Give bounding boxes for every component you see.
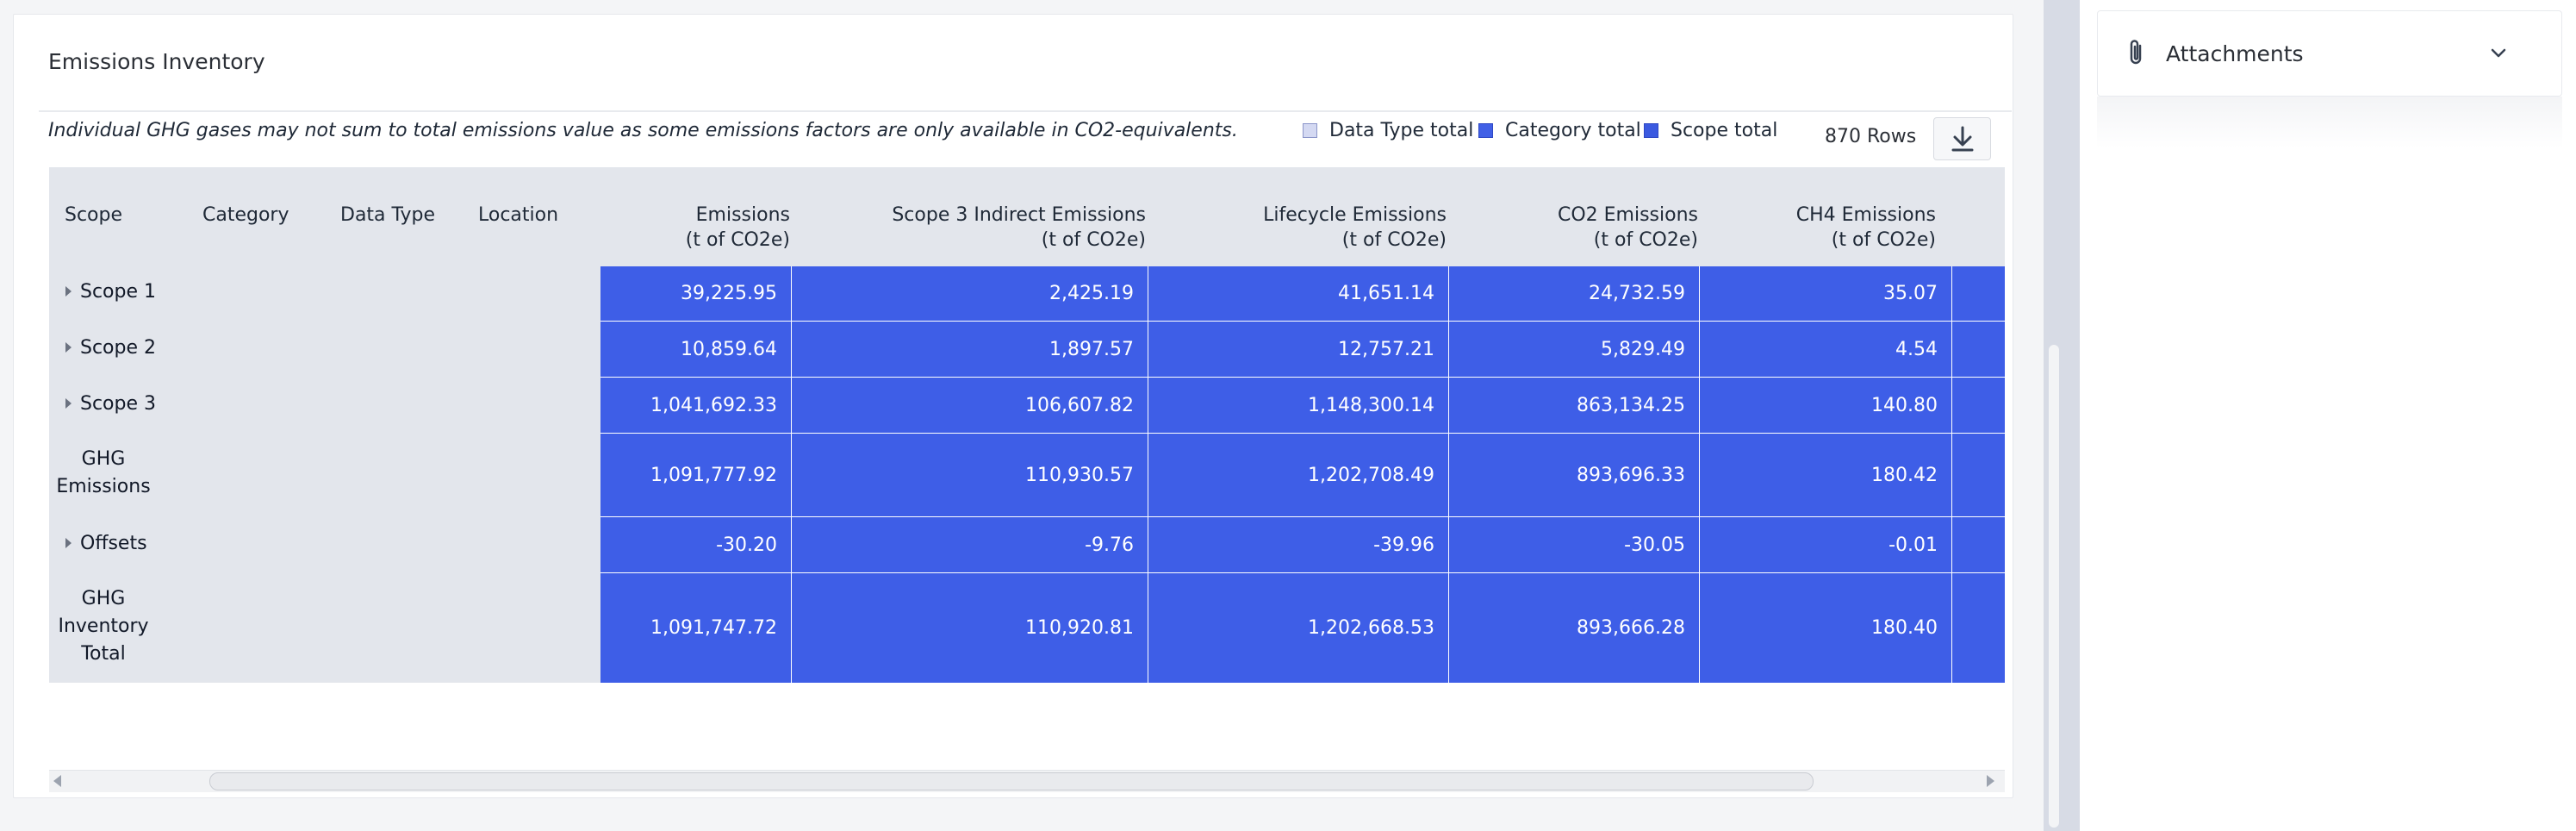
table-cell-overflow bbox=[1952, 378, 2005, 433]
row-label-line: GHG bbox=[81, 588, 126, 609]
attachments-title[interactable]: Attachments bbox=[2166, 41, 2304, 66]
scroll-left-arrow-icon[interactable] bbox=[53, 775, 61, 787]
expand-caret-icon[interactable] bbox=[65, 398, 72, 409]
paperclip-icon bbox=[2130, 40, 2142, 65]
table-cell[interactable]: 106,607.82 bbox=[792, 378, 1148, 433]
table-cell[interactable]: 35.07 bbox=[1700, 266, 1951, 321]
header-scope3-indirect[interactable]: Scope 3 Indirect Emissions (t of CO2e) bbox=[892, 203, 1146, 253]
download-button[interactable] bbox=[1933, 117, 1991, 160]
table-cell[interactable]: 4.54 bbox=[1700, 322, 1951, 377]
table-cell-overflow bbox=[1952, 266, 2005, 321]
header-scope3-unit: (t of CO2e) bbox=[1041, 229, 1146, 251]
emissions-table: Scope Category Data Type Location Emissi… bbox=[49, 167, 2005, 683]
row-label-ghg-emissions: GHG Emissions bbox=[56, 446, 151, 501]
table-cell[interactable]: 893,696.33 bbox=[1449, 434, 1699, 516]
expand-caret-icon[interactable] bbox=[65, 538, 72, 548]
legend-label: Data Type total bbox=[1329, 120, 1474, 141]
expand-caret-icon[interactable] bbox=[65, 342, 72, 353]
table-cell[interactable]: 10,859.64 bbox=[600, 322, 791, 377]
table-cell[interactable]: 1,091,777.92 bbox=[600, 434, 791, 516]
ghg-note: Individual GHG gases may not sum to tota… bbox=[48, 120, 1238, 141]
attachments-shadow bbox=[2097, 97, 2562, 148]
legend-scope-total[interactable]: Scope total bbox=[1644, 120, 1777, 141]
table-cell[interactable]: 12,757.21 bbox=[1148, 322, 1448, 377]
table-cell[interactable]: 1,202,708.49 bbox=[1148, 434, 1448, 516]
vertical-scrollbar-thumb[interactable] bbox=[2049, 345, 2059, 828]
table-cell-overflow bbox=[1952, 322, 2005, 377]
header-location[interactable]: Location bbox=[478, 203, 558, 228]
legend-category-total[interactable]: Category total bbox=[1478, 120, 1641, 141]
chevron-down-icon[interactable] bbox=[2488, 43, 2509, 64]
table-cell[interactable]: 24,732.59 bbox=[1449, 266, 1699, 321]
table-cell[interactable]: -39.96 bbox=[1148, 517, 1448, 572]
header-ch4[interactable]: CH4 Emissions (t of CO2e) bbox=[1796, 203, 1936, 253]
row-label-line: Total bbox=[81, 643, 126, 665]
header-ch4-unit: (t of CO2e) bbox=[1831, 229, 1936, 251]
horizontal-scrollbar-thumb[interactable] bbox=[209, 772, 1814, 790]
table-cell[interactable]: 180.40 bbox=[1700, 573, 1951, 683]
table-cell[interactable]: 110,920.81 bbox=[792, 573, 1148, 683]
table-cell-overflow bbox=[1952, 517, 2005, 572]
table-cell[interactable]: -9.76 bbox=[792, 517, 1148, 572]
header-data-type[interactable]: Data Type bbox=[340, 203, 435, 228]
table-cell[interactable]: 39,225.95 bbox=[600, 266, 791, 321]
table-cell[interactable]: 5,829.49 bbox=[1449, 322, 1699, 377]
row-label-offsets[interactable]: Offsets bbox=[80, 530, 147, 558]
table-cell[interactable]: 893,666.28 bbox=[1449, 573, 1699, 683]
legend-label: Category total bbox=[1505, 120, 1641, 141]
header-ch4-title: CH4 Emissions bbox=[1795, 204, 1936, 226]
table-cell[interactable]: 1,041,692.33 bbox=[600, 378, 791, 433]
header-emissions-title: Emissions bbox=[695, 204, 790, 226]
legend-swatch-category bbox=[1478, 123, 1493, 138]
table-cell-overflow bbox=[1952, 573, 2005, 683]
table-cell[interactable]: 180.42 bbox=[1700, 434, 1951, 516]
download-icon bbox=[1951, 126, 1973, 152]
row-label-line: Inventory bbox=[58, 615, 149, 637]
row-label-scope-2[interactable]: Scope 2 bbox=[80, 334, 156, 362]
header-category[interactable]: Category bbox=[202, 203, 289, 228]
table-cell[interactable]: 1,897.57 bbox=[792, 322, 1148, 377]
legend-swatch-data-type bbox=[1303, 123, 1317, 138]
table-cell[interactable]: 863,134.25 bbox=[1449, 378, 1699, 433]
table-cell[interactable]: 1,148,300.14 bbox=[1148, 378, 1448, 433]
scroll-right-arrow-icon[interactable] bbox=[1987, 775, 1994, 787]
table-cell[interactable]: 1,091,747.72 bbox=[600, 573, 791, 683]
panel-title: Emissions Inventory bbox=[48, 49, 265, 74]
row-label-scope-1[interactable]: Scope 1 bbox=[80, 278, 156, 306]
table-cell[interactable]: -30.20 bbox=[600, 517, 791, 572]
table-header: Scope Category Data Type Location Emissi… bbox=[49, 167, 2005, 266]
row-label-line: GHG bbox=[81, 448, 126, 470]
header-emissions[interactable]: Emissions (t of CO2e) bbox=[686, 203, 790, 253]
table-cell[interactable]: 41,651.14 bbox=[1148, 266, 1448, 321]
header-scope[interactable]: Scope bbox=[65, 203, 122, 228]
table-cell[interactable]: 2,425.19 bbox=[792, 266, 1148, 321]
header-lifecycle-unit: (t of CO2e) bbox=[1341, 229, 1447, 251]
header-lifecycle-title: Lifecycle Emissions bbox=[1263, 204, 1447, 226]
table-cell[interactable]: -30.05 bbox=[1449, 517, 1699, 572]
header-lifecycle[interactable]: Lifecycle Emissions (t of CO2e) bbox=[1263, 203, 1447, 253]
table-cell[interactable]: 1,202,668.53 bbox=[1148, 573, 1448, 683]
table-cell[interactable]: -0.01 bbox=[1700, 517, 1951, 572]
row-label-line: Emissions bbox=[56, 476, 151, 497]
header-co2[interactable]: CO2 Emissions (t of CO2e) bbox=[1558, 203, 1698, 253]
table-cell[interactable]: 110,930.57 bbox=[792, 434, 1148, 516]
table-cell-overflow bbox=[1952, 434, 2005, 516]
table-cell[interactable]: 140.80 bbox=[1700, 378, 1951, 433]
expand-caret-icon[interactable] bbox=[65, 286, 72, 297]
header-co2-unit: (t of CO2e) bbox=[1593, 229, 1698, 251]
panel-divider bbox=[39, 110, 2012, 112]
row-count: 870 Rows bbox=[1825, 126, 1917, 147]
legend-data-type-total[interactable]: Data Type total bbox=[1303, 120, 1473, 141]
legend-swatch-scope bbox=[1644, 123, 1658, 138]
header-scope3-title: Scope 3 Indirect Emissions bbox=[892, 204, 1146, 226]
header-emissions-unit: (t of CO2e) bbox=[685, 229, 790, 251]
legend-label: Scope total bbox=[1671, 120, 1778, 141]
row-label-ghg-inventory-total: GHG Inventory Total bbox=[56, 585, 151, 668]
row-label-scope-3[interactable]: Scope 3 bbox=[80, 391, 156, 418]
header-co2-title: CO2 Emissions bbox=[1557, 204, 1698, 226]
